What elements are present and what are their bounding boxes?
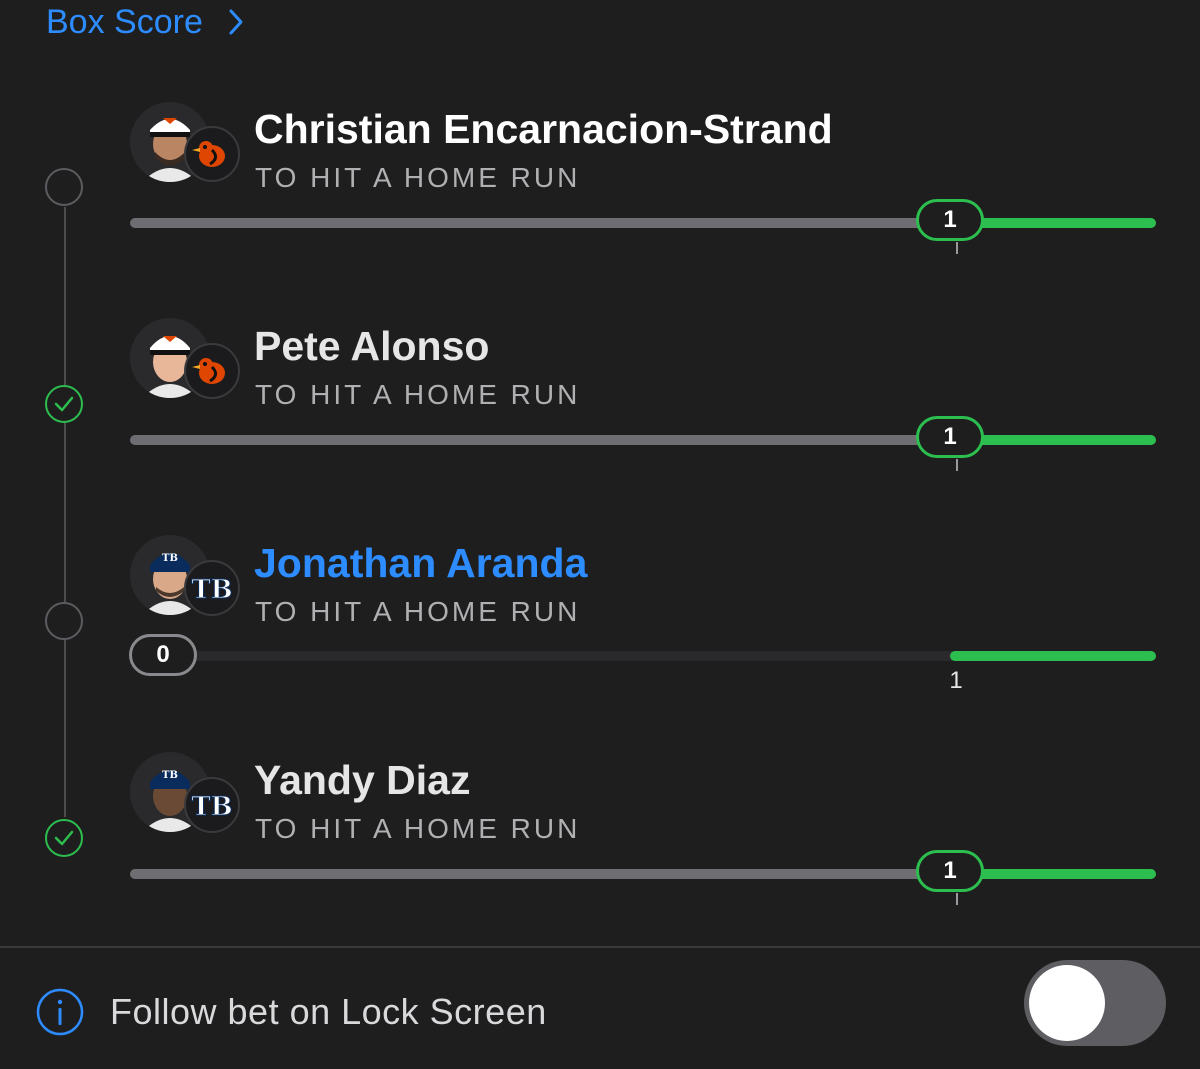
progress-value-pill: 0 <box>129 634 197 676</box>
tb-logo-icon: TB <box>184 560 240 616</box>
target-tick <box>956 459 958 471</box>
progress-fill <box>130 435 960 445</box>
market-label: TO HIT A HOME RUN <box>255 813 581 844</box>
svg-text:TB: TB <box>191 792 232 822</box>
leg-status-won <box>45 819 83 857</box>
leg-status-won <box>45 385 83 423</box>
market-label: TO HIT A HOME RUN <box>255 596 581 627</box>
player-name: Pete Alonso <box>254 323 490 369</box>
progress-track <box>130 651 1156 661</box>
checkmark-icon <box>54 830 74 846</box>
target-segment <box>950 651 1156 661</box>
progress-track <box>130 869 1156 879</box>
follow-lock-screen-label: Follow bet on Lock Screen <box>110 991 547 1032</box>
bet-leg: TB TB Yandy Diaz TO HIT A HOME RUN 1 <box>0 0 1200 905</box>
toggle-knob <box>1029 965 1105 1041</box>
leg-status-pending <box>45 602 83 640</box>
progress-track <box>130 435 1156 445</box>
svg-text:TB: TB <box>162 553 178 564</box>
target-tick <box>956 893 958 905</box>
tb-logo-icon: TB <box>184 777 240 833</box>
progress-fill <box>130 869 960 879</box>
timeline-connector <box>64 207 66 817</box>
progress-fill <box>130 218 960 228</box>
progress-value-pill: 1 <box>916 416 984 458</box>
player-name-link[interactable]: Jonathan Aranda <box>254 540 587 587</box>
orioles-bird-icon <box>184 343 240 399</box>
target-label: 1 <box>949 667 963 694</box>
svg-text:TB: TB <box>162 770 178 781</box>
progress-value-pill: 1 <box>916 850 984 892</box>
footer-divider <box>0 946 1200 948</box>
market-label: TO HIT A HOME RUN <box>255 379 581 410</box>
progress-track <box>130 218 1156 228</box>
svg-text:TB: TB <box>191 575 232 605</box>
info-icon[interactable] <box>36 988 84 1036</box>
player-name: Yandy Diaz <box>254 757 471 803</box>
checkmark-icon <box>54 396 74 412</box>
follow-lock-screen-toggle[interactable] <box>1024 960 1166 1046</box>
target-tick <box>956 242 958 254</box>
